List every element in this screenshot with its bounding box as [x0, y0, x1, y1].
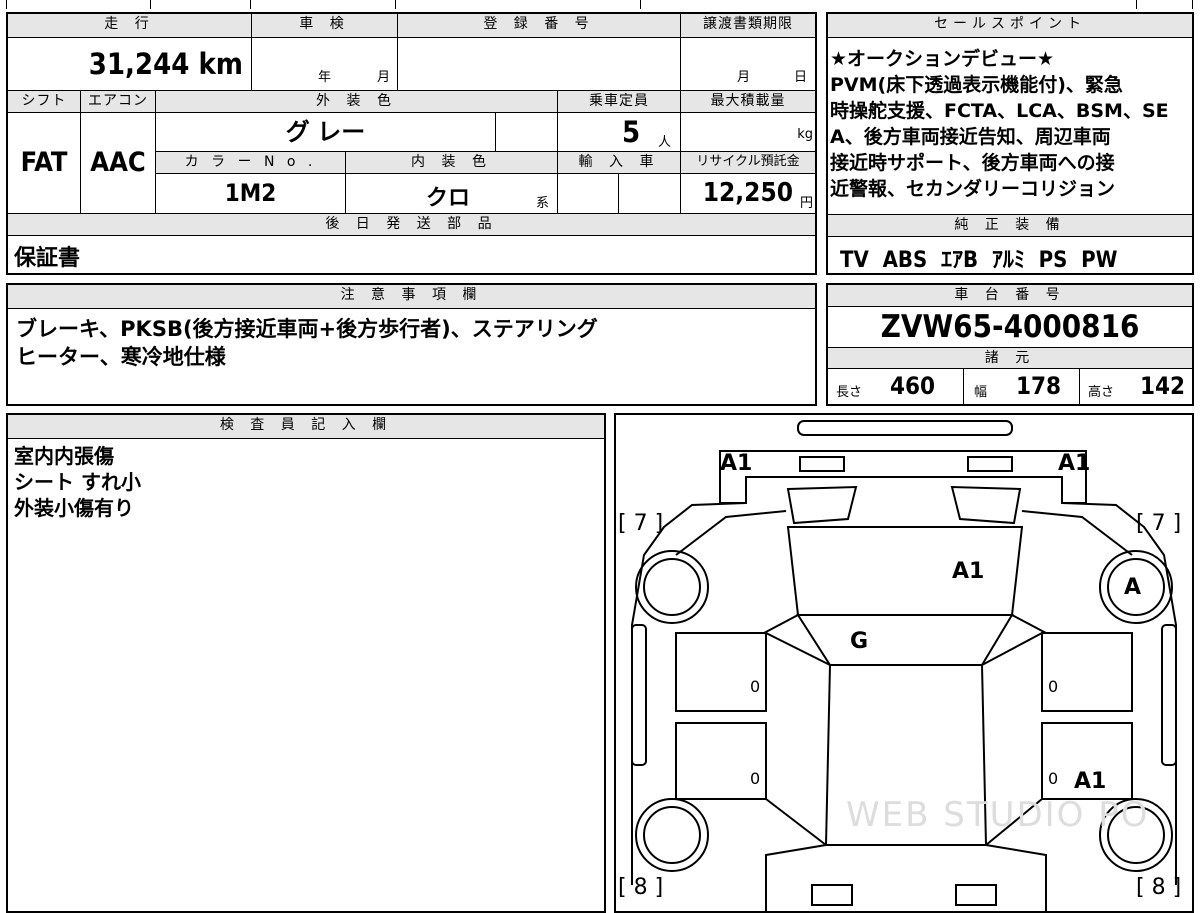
- later-parts-value: 保証書: [14, 246, 81, 271]
- height-cell: 高さ 142: [1080, 369, 1192, 404]
- recycle-value-cell: 12,250 円: [681, 174, 815, 213]
- transfer-label: 譲渡書類期限: [681, 14, 815, 38]
- mark-front-left: A1: [720, 451, 753, 476]
- mark-front-right: A1: [1058, 451, 1091, 476]
- capacity-value-cell: 5 人: [558, 113, 681, 151]
- length-value: 460: [890, 372, 936, 400]
- max-load-label: 最大積載量: [681, 91, 815, 113]
- watermark: WEB STUDIO PO: [846, 795, 1150, 835]
- interior-color-label: 内 装 色: [346, 152, 558, 174]
- exterior-color-label: 外 装 色: [156, 91, 558, 113]
- capacity-unit: 人: [658, 135, 672, 150]
- inspector-box: 検 査 員 記 入 欄 室内内張傷 シート すれ小 外装小傷有り: [6, 413, 606, 913]
- sales-point-line: 接近時サポート、後方車両への接: [830, 152, 1115, 174]
- mark-rear-right-door: A1: [1074, 769, 1107, 794]
- transfer-month-unit: 月: [737, 70, 751, 85]
- genuine-equipment-label: 純 正 装 備: [828, 215, 1192, 237]
- registration-label: 登 録 番 号: [398, 14, 681, 38]
- notes-text: ブレーキ、PKSB(後方接近車両+後方歩行者)、ステアリング ヒーター、寒冷地仕…: [16, 315, 598, 371]
- inspector-label: 検 査 員 記 入 欄: [8, 415, 604, 439]
- sales-point-line: A、後方車両接近告知、周辺車両: [830, 126, 1111, 148]
- mark-door-rr: 0: [1048, 769, 1059, 788]
- height-label: 高さ: [1088, 385, 1115, 400]
- mark-bracket-tl: [ 7 ]: [618, 511, 664, 536]
- sales-point-text: ★オークションデビュー★ PVM(床下透過表示機能付)、緊急 時操舵支援、FCT…: [830, 46, 1192, 202]
- mark-bracket-tr: [ 7 ]: [1136, 511, 1182, 536]
- inspector-line: 外装小傷有り: [14, 496, 134, 520]
- mark-bracket-br: [ 8 ]: [1136, 875, 1182, 900]
- chassis-value: ZVW65-4000816: [880, 309, 1140, 345]
- registration-value: [398, 38, 681, 90]
- height-value: 142: [1140, 372, 1186, 400]
- recycle-value: 12,250: [702, 178, 793, 208]
- interior-color-unit: 系: [536, 196, 550, 211]
- sales-point-line: ★オークションデビュー★: [830, 48, 1055, 70]
- mark-wheel-fr: A: [1124, 575, 1142, 600]
- sales-point-label: セールスポイント: [828, 14, 1192, 38]
- notes-line: ヒーター、寒冷地仕様: [16, 345, 226, 369]
- exterior-color-value: グ レー: [156, 113, 496, 151]
- sales-point-line: 時操舵支援、FCTA、LCA、BSM、SE: [830, 100, 1169, 122]
- mileage-label: 走 行: [8, 14, 252, 38]
- chassis-label: 車 台 番 号: [828, 285, 1192, 307]
- exterior-color-extra: [496, 113, 558, 151]
- max-load-unit: kg: [797, 127, 813, 142]
- chassis-box: 車 台 番 号 ZVW65-4000816 諸 元 長さ 460 幅 178 高…: [826, 283, 1194, 406]
- mark-hood: A1: [952, 559, 985, 584]
- mark-door-fl: 0: [750, 677, 761, 696]
- mileage-value: 31,244 km: [8, 38, 252, 90]
- mark-door-fr: 0: [1048, 677, 1059, 696]
- aircon-value: AAC: [81, 113, 156, 213]
- width-cell: 幅 178: [964, 369, 1080, 404]
- specs-label: 諸 元: [828, 347, 1192, 369]
- later-parts-label: 後 日 発 送 部 品: [8, 214, 815, 236]
- sales-point-line: PVM(床下透過表示機能付)、緊急: [830, 74, 1123, 96]
- vehicle-info-grid: 走 行 車 検 登 録 番 号 譲渡書類期限 31,244 km 年 月 月 日…: [6, 12, 817, 275]
- width-value: 178: [1016, 372, 1062, 400]
- transfer-value: 月 日: [681, 38, 815, 90]
- inspector-text: 室内内張傷 シート すれ小 外装小傷有り: [14, 443, 141, 521]
- aircon-label: エアコン: [81, 91, 156, 113]
- capacity-value: 5: [622, 115, 641, 149]
- mark-door-rl: 0: [750, 769, 761, 788]
- sales-point-box: セールスポイント ★オークションデビュー★ PVM(床下透過表示機能付)、緊急 …: [826, 12, 1194, 275]
- notes-box: 注 意 事 項 欄 ブレーキ、PKSB(後方接近車両+後方歩行者)、ステアリング…: [6, 283, 817, 406]
- width-label: 幅: [974, 385, 988, 400]
- import-value-b: [619, 174, 681, 213]
- color-no-value: 1M2: [156, 174, 346, 213]
- import-label: 輸 入 車: [558, 152, 681, 174]
- color-no-label: カ ラ ー N o .: [156, 152, 346, 174]
- length-label: 長さ: [836, 385, 863, 400]
- inspection-value: 年 月: [252, 38, 398, 90]
- inspection-month-unit: 月: [377, 70, 391, 85]
- transfer-day-unit: 日: [794, 70, 808, 85]
- import-value-a: [558, 174, 619, 213]
- inspector-line: シート すれ小: [14, 470, 141, 494]
- inspection-label: 車 検: [252, 14, 398, 38]
- sales-point-line: 近警報、セカンダリーコリジョン: [830, 178, 1116, 200]
- shift-value: FAT: [8, 113, 81, 213]
- max-load-value-cell: kg: [681, 113, 815, 151]
- recycle-unit: 円: [799, 196, 813, 211]
- top-partial-row: [0, 0, 1200, 10]
- shift-label: シフト: [8, 91, 81, 113]
- length-cell: 長さ 460: [828, 369, 964, 404]
- interior-color-value: クロ: [426, 186, 471, 211]
- genuine-equipment-value: TV ABS ｴｱB ｱﾙﾐ PS PW: [840, 248, 1118, 273]
- interior-color-value-cell: クロ 系: [346, 174, 558, 213]
- mark-bracket-bl: [ 8 ]: [618, 875, 664, 900]
- capacity-label: 乗車定員: [558, 91, 681, 113]
- recycle-label: リサイクル預託金: [681, 152, 815, 174]
- inspection-year-unit: 年: [318, 70, 332, 85]
- mark-windshield: G: [850, 629, 869, 654]
- notes-label: 注 意 事 項 欄: [8, 285, 815, 309]
- inspector-line: 室内内張傷: [14, 444, 114, 468]
- notes-line: ブレーキ、PKSB(後方接近車両+後方歩行者)、ステアリング: [16, 317, 598, 341]
- car-outline-icon: [631, 420, 1177, 911]
- car-diagram: A1 A1 [ 7 ] [ 7 ] A1 A G 0 0 0 0 A1 [ 8 …: [614, 413, 1194, 913]
